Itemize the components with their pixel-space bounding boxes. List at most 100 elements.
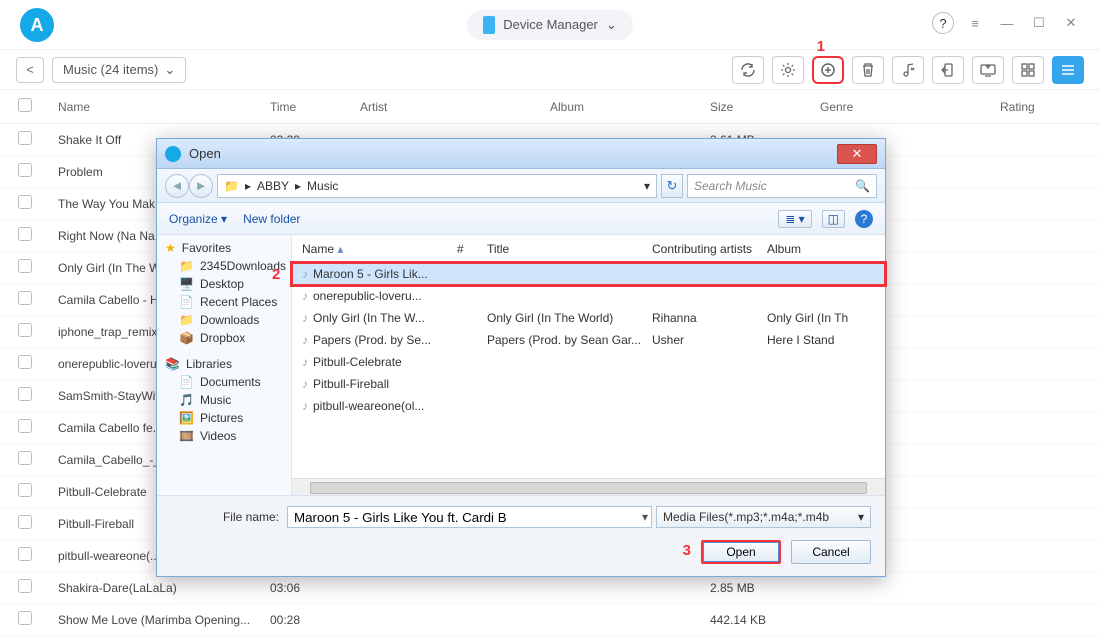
row-checkbox[interactable]	[18, 611, 32, 625]
preview-pane-button[interactable]: ◫	[822, 210, 845, 228]
file-artist: Usher	[652, 333, 767, 347]
file-col-artist[interactable]: Contributing artists	[652, 242, 767, 256]
refresh-button[interactable]: ↻	[661, 174, 683, 198]
search-placeholder: Search Music	[694, 179, 767, 193]
row-checkbox[interactable]	[18, 195, 32, 209]
file-row[interactable]: ♪Only Girl (In The W... Only Girl (In Th…	[292, 307, 885, 329]
row-checkbox[interactable]	[18, 579, 32, 593]
cell-name: Shakira-Dare(LaLaLa)	[50, 581, 270, 595]
row-checkbox[interactable]	[18, 547, 32, 561]
row-checkbox[interactable]	[18, 291, 32, 305]
chevron-right-icon: ▸	[295, 179, 301, 193]
col-genre[interactable]: Genre	[820, 100, 1000, 114]
add-button[interactable]	[812, 56, 844, 84]
folder-icon	[165, 146, 181, 162]
device-selector[interactable]: Device Manager ⌄	[467, 10, 633, 40]
col-rating[interactable]: Rating	[1000, 100, 1080, 114]
file-row[interactable]: ♪pitbull-weareone(ol...	[292, 395, 885, 417]
row-checkbox[interactable]	[18, 451, 32, 465]
file-row[interactable]: ♪Pitbull-Celebrate	[292, 351, 885, 373]
col-artist[interactable]: Artist	[360, 100, 550, 114]
maximize-icon[interactable]: ☐	[1028, 12, 1050, 34]
sidebar-item[interactable]: 🎞️Videos	[157, 427, 291, 445]
col-size[interactable]: Size	[710, 100, 820, 114]
sidebar-item[interactable]: 🖼️Pictures	[157, 409, 291, 427]
address-bar[interactable]: 📁 ▸ ABBY ▸ Music ▾	[217, 174, 657, 198]
dropdown-icon[interactable]: ▾	[644, 179, 650, 193]
close-icon[interactable]: ✕	[1060, 12, 1082, 34]
file-col-num[interactable]: #	[457, 242, 487, 256]
row-checkbox[interactable]	[18, 387, 32, 401]
refresh-button[interactable]	[732, 56, 764, 84]
file-row[interactable]: ♪Pitbull-Fireball	[292, 373, 885, 395]
filename-input[interactable]	[287, 506, 652, 528]
nav-back-button[interactable]: ◄	[165, 174, 189, 198]
settings-button[interactable]	[772, 56, 804, 84]
dialog-close-button[interactable]: ✕	[837, 144, 877, 164]
row-checkbox[interactable]	[18, 227, 32, 241]
col-time[interactable]: Time	[270, 100, 360, 114]
delete-button[interactable]	[852, 56, 884, 84]
nav-forward-button[interactable]: ►	[189, 174, 213, 198]
help-icon[interactable]: ?	[932, 12, 954, 34]
file-row[interactable]: ♪Papers (Prod. by Se... Papers (Prod. by…	[292, 329, 885, 351]
row-checkbox[interactable]	[18, 355, 32, 369]
organize-menu[interactable]: Organize ▾	[169, 212, 227, 226]
breadcrumb-label: Music (24 items)	[63, 62, 158, 77]
sidebar-item[interactable]: 📁Downloads	[157, 311, 291, 329]
file-title: Papers (Prod. by Sean Gar...	[487, 333, 652, 347]
dropdown-icon[interactable]: ▾	[642, 510, 648, 524]
to-device-button[interactable]	[932, 56, 964, 84]
row-checkbox[interactable]	[18, 515, 32, 529]
breadcrumb[interactable]: Music (24 items) ⌄	[52, 57, 186, 83]
view-options-button[interactable]: ≣ ▾	[778, 210, 811, 228]
file-row[interactable]: ♪Maroon 5 - Girls Lik...	[292, 263, 885, 285]
row-checkbox[interactable]	[18, 323, 32, 337]
help-icon[interactable]: ?	[855, 210, 873, 228]
grid-view-button[interactable]	[1012, 56, 1044, 84]
file-col-album[interactable]: Album	[767, 242, 867, 256]
minimize-icon[interactable]: —	[996, 12, 1018, 34]
favorites-group[interactable]: ★Favorites	[157, 239, 291, 257]
new-folder-button[interactable]: New folder	[243, 212, 300, 226]
search-input[interactable]: Search Music 🔍	[687, 174, 877, 198]
file-row[interactable]: ♪onerepublic-loveru...	[292, 285, 885, 307]
to-computer-button[interactable]	[972, 56, 1004, 84]
open-button[interactable]: Open	[701, 540, 781, 564]
music-file-icon: ♪	[302, 355, 308, 369]
file-album: Only Girl (In Th	[767, 311, 867, 325]
col-name[interactable]: Name	[50, 100, 270, 114]
to-itunes-button[interactable]	[892, 56, 924, 84]
select-all-checkbox[interactable]	[18, 98, 32, 112]
row-checkbox[interactable]	[18, 131, 32, 145]
sidebar-item[interactable]: 📦Dropbox	[157, 329, 291, 347]
file-col-title[interactable]: Title	[487, 242, 652, 256]
menu-icon[interactable]: ≡	[964, 12, 986, 34]
path-segment[interactable]: Music	[307, 179, 338, 193]
file-title: Only Girl (In The World)	[487, 311, 652, 325]
cancel-button[interactable]: Cancel	[791, 540, 871, 564]
row-checkbox[interactable]	[18, 163, 32, 177]
libraries-group[interactable]: 📚Libraries	[157, 355, 291, 373]
row-checkbox[interactable]	[18, 419, 32, 433]
row-checkbox[interactable]	[18, 259, 32, 273]
path-segment[interactable]: ABBY	[257, 179, 289, 193]
file-type-filter[interactable]: Media Files(*.mp3;*.m4a;*.m4b▾	[656, 506, 871, 528]
sidebar-item[interactable]: 📁2345Downloads	[157, 257, 291, 275]
sidebar-item[interactable]: 🎵Music	[157, 391, 291, 409]
folder-icon: 📁	[179, 259, 194, 273]
file-col-name[interactable]: Name	[302, 242, 334, 256]
music-file-icon: ♪	[302, 333, 308, 347]
library-icon: 🎵	[179, 393, 194, 407]
horizontal-scrollbar[interactable]	[292, 478, 885, 495]
sidebar-item[interactable]: 🖥️Desktop	[157, 275, 291, 293]
sidebar-item[interactable]: 📄Documents	[157, 373, 291, 391]
list-view-button[interactable]	[1052, 56, 1084, 84]
sidebar-item[interactable]: 📄Recent Places	[157, 293, 291, 311]
col-album[interactable]: Album	[550, 100, 710, 114]
table-row[interactable]: Show Me Love (Marimba Opening... 00:28 4…	[0, 604, 1100, 636]
folder-icon: 📦	[179, 331, 194, 345]
chevron-down-icon: ⌄	[164, 62, 175, 78]
row-checkbox[interactable]	[18, 483, 32, 497]
back-button[interactable]: <	[16, 57, 44, 83]
